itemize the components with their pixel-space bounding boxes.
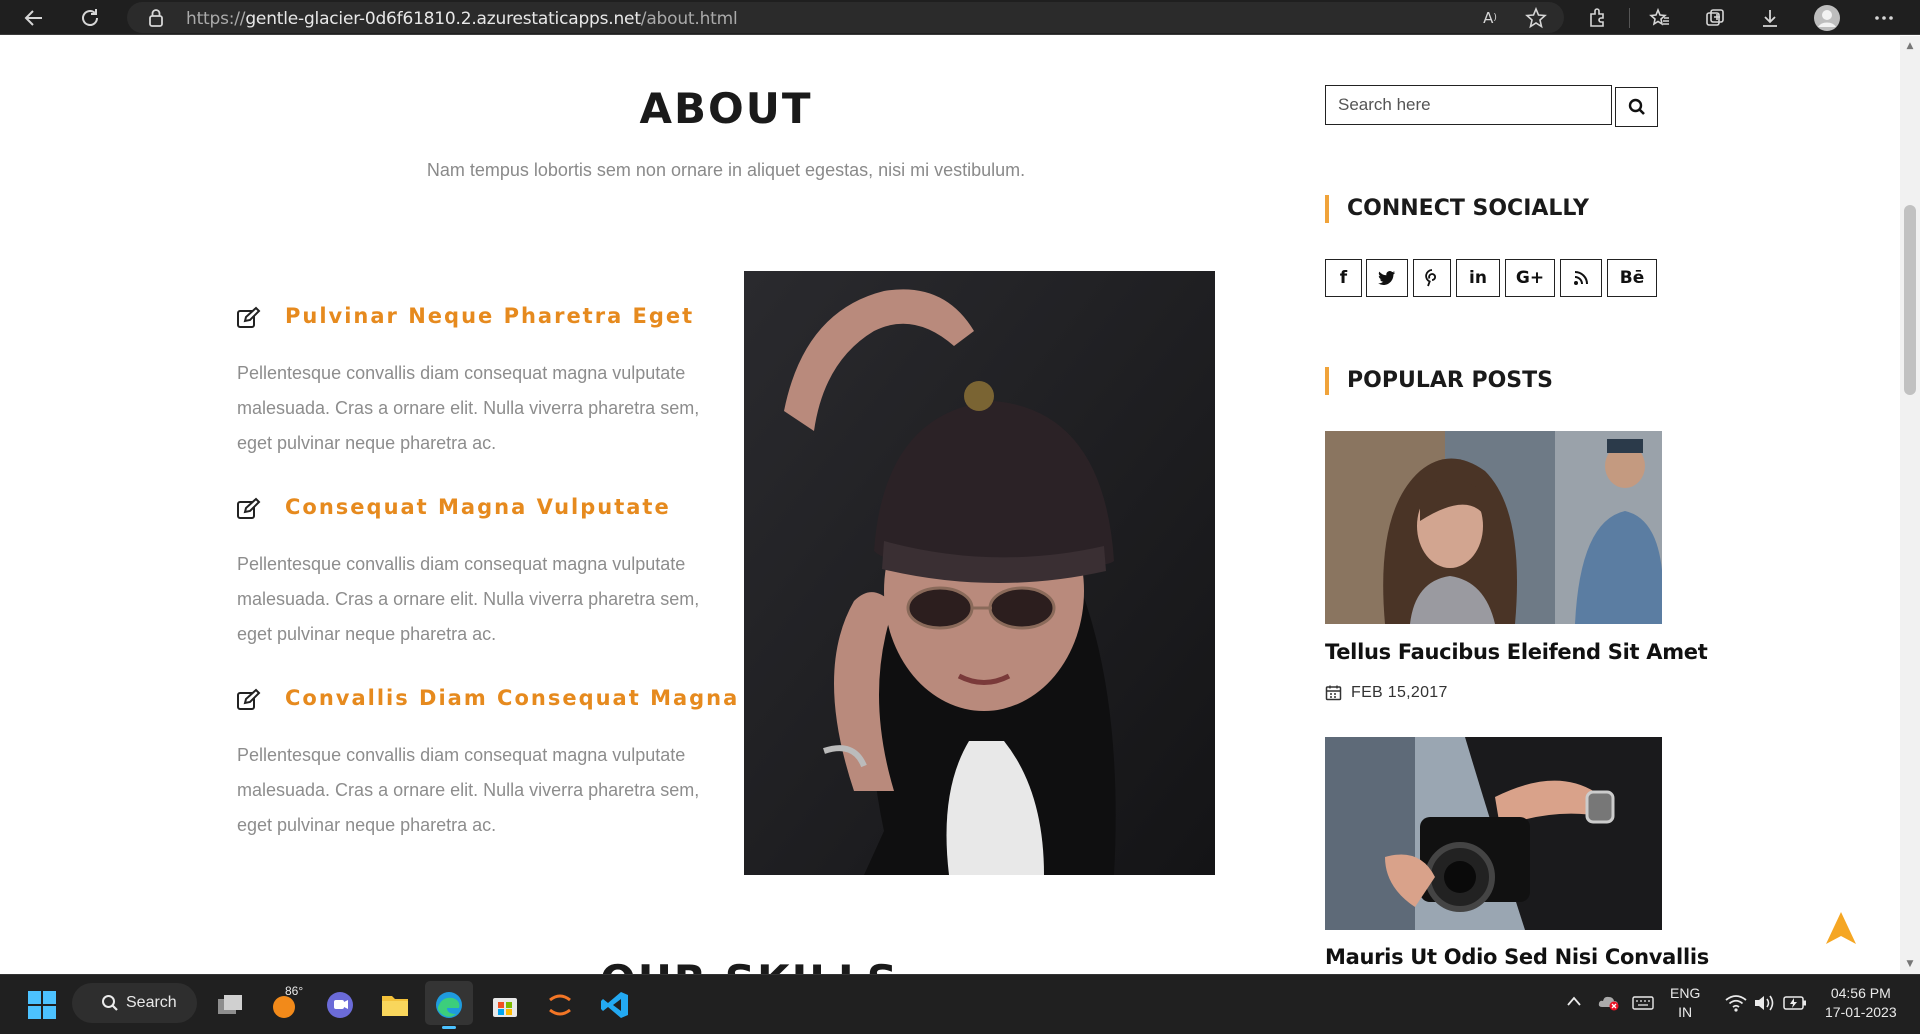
facebook-button[interactable]: f xyxy=(1325,259,1362,297)
google-plus-icon: G+ xyxy=(1515,268,1545,288)
profile-avatar-icon[interactable] xyxy=(1813,4,1841,32)
page-title: ABOUT xyxy=(639,84,813,133)
about-photo xyxy=(744,271,1215,875)
linkedin-icon: in xyxy=(1469,268,1487,288)
rss-icon xyxy=(1574,271,1588,285)
google-plus-button[interactable]: G+ xyxy=(1505,259,1555,297)
scroll-up-arrow-icon[interactable]: ▲ xyxy=(1904,40,1916,52)
post-title[interactable]: Tellus Faucibus Eleifend Sit Amet xyxy=(1325,640,1708,664)
post-date: FEB 15,2017 xyxy=(1351,684,1448,701)
twitter-button[interactable] xyxy=(1366,259,1408,297)
onedrive-error-icon[interactable] xyxy=(1597,993,1621,1016)
lock-icon[interactable] xyxy=(148,8,164,33)
vscode-icon[interactable] xyxy=(600,990,630,1020)
refresh-icon[interactable] xyxy=(76,4,104,32)
search-input[interactable] xyxy=(1325,85,1612,125)
page-scrollbar[interactable] xyxy=(1900,36,1920,974)
language-indicator[interactable]: ENG IN xyxy=(1670,984,1700,1022)
feature-title[interactable]: Pulvinar Neque Pharetra Eget xyxy=(285,304,694,328)
page-subtitle: Nam tempus lobortis sem non ornare in al… xyxy=(426,160,1026,180)
task-view-icon[interactable] xyxy=(215,990,245,1020)
taskbar-clock[interactable]: 04:56 PM 17-01-2023 xyxy=(1825,984,1897,1022)
behance-icon: Bē xyxy=(1619,268,1645,288)
active-app-indicator xyxy=(442,1026,456,1029)
edit-icon xyxy=(236,688,262,712)
extensions-icon[interactable] xyxy=(1584,4,1612,32)
weather-temperature: 86° xyxy=(285,984,304,998)
downloads-icon[interactable] xyxy=(1756,4,1784,32)
favorite-add-icon[interactable] xyxy=(1522,4,1550,32)
battery-charging-icon[interactable] xyxy=(1783,995,1807,1016)
scroll-down-arrow-icon[interactable]: ▼ xyxy=(1904,958,1916,970)
collections-icon[interactable] xyxy=(1701,4,1729,32)
behance-button[interactable]: Bē xyxy=(1607,259,1657,297)
wifi-icon[interactable] xyxy=(1725,994,1747,1017)
calendar-icon xyxy=(1325,684,1342,706)
edit-icon xyxy=(236,497,262,521)
volume-icon[interactable] xyxy=(1753,994,1775,1017)
more-menu-icon[interactable] xyxy=(1870,4,1898,32)
toolbar-divider xyxy=(1629,8,1630,28)
search-icon xyxy=(1628,98,1645,115)
read-aloud-icon[interactable]: A) xyxy=(1476,4,1504,32)
pinterest-button[interactable] xyxy=(1413,259,1451,297)
jupyter-icon[interactable] xyxy=(545,990,575,1020)
keyboard-icon[interactable] xyxy=(1632,995,1654,1016)
feature-text: Pellentesque convallis diam consequat ma… xyxy=(237,745,700,835)
scrollbar-thumb[interactable] xyxy=(1904,205,1916,395)
linkedin-button[interactable]: in xyxy=(1456,259,1500,297)
search-button[interactable] xyxy=(1615,87,1658,127)
microsoft-store-icon[interactable] xyxy=(490,990,520,1020)
feature-text: Pellentesque convallis diam consequat ma… xyxy=(237,363,700,453)
windows-start-icon[interactable] xyxy=(27,990,57,1020)
pinterest-icon xyxy=(1425,269,1436,287)
search-icon xyxy=(101,994,119,1017)
url-text[interactable]: https://gentle-glacier-0d6f61810.2.azure… xyxy=(186,9,738,29)
back-arrow-icon[interactable] xyxy=(20,4,48,32)
feature-text: Pellentesque convallis diam consequat ma… xyxy=(237,554,700,644)
file-explorer-icon[interactable] xyxy=(380,990,410,1020)
popular-posts-heading: POPULAR POSTS xyxy=(1325,367,1553,395)
scroll-to-top-icon[interactable] xyxy=(1824,910,1858,946)
post-title[interactable]: Mauris Ut Odio Sed Nisi Convallis xyxy=(1325,945,1709,969)
edit-icon xyxy=(236,306,262,330)
taskbar-search-label: Search xyxy=(126,994,177,1011)
edge-browser-icon[interactable] xyxy=(434,990,464,1020)
feature-title[interactable]: Consequat Magna Vulputate xyxy=(285,495,671,519)
post-thumbnail[interactable] xyxy=(1325,737,1662,930)
post-thumbnail[interactable] xyxy=(1325,431,1662,624)
connect-socially-heading: CONNECT SOCIALLY xyxy=(1325,195,1589,223)
favorites-icon[interactable] xyxy=(1646,4,1674,32)
rss-button[interactable] xyxy=(1560,259,1602,297)
feature-title[interactable]: Convallis Diam Consequat Magna xyxy=(285,686,739,710)
facebook-icon: f xyxy=(1339,268,1348,288)
chat-icon[interactable] xyxy=(325,990,355,1020)
twitter-icon xyxy=(1378,271,1395,285)
show-hidden-icons-chevron[interactable] xyxy=(1566,994,1582,1010)
